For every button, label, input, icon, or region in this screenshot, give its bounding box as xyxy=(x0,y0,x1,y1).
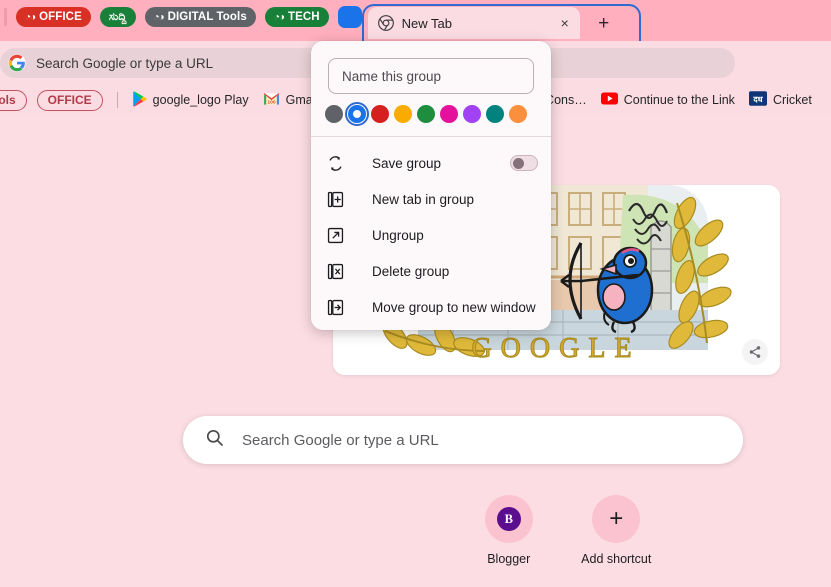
tab-group-chip-tech[interactable]: ◔◑ TECH xyxy=(264,7,329,27)
tab-strip: ◔◑ OFFICE ಸುದ್ದಿ ◔◑ DIGITAL Tools ◔◑ TEC… xyxy=(0,0,831,41)
move-group-icon xyxy=(325,299,345,316)
tab-group-chip-list: ◔◑ OFFICE ಸುದ್ದಿ ◔◑ DIGITAL Tools ◔◑ TEC… xyxy=(0,0,362,41)
youtube-icon xyxy=(600,92,618,108)
shortcut-blogger[interactable]: B Blogger xyxy=(455,495,563,566)
menu-item-save-group[interactable]: Save group xyxy=(311,145,551,181)
color-swatch-cyan[interactable] xyxy=(486,105,504,123)
address-bar-placeholder: Search Google or type a URL xyxy=(36,55,214,71)
bookmarks-divider xyxy=(116,92,118,108)
delete-group-icon xyxy=(325,263,345,280)
tab-group-icon: ◔◑ xyxy=(273,11,285,23)
bookmark-google-play[interactable]: google_logo Play xyxy=(125,88,256,112)
menu-item-new-tab-in-group[interactable]: New tab in group xyxy=(311,181,551,217)
ungroup-icon xyxy=(325,227,345,244)
bookmark-cricket[interactable]: दध Cricket xyxy=(742,88,819,112)
shortcut-label: Blogger xyxy=(487,552,531,566)
bookmark-label: Continue to the Link xyxy=(623,93,735,107)
shortcut-icon-wrap: + xyxy=(592,495,641,543)
group-name-placeholder: Name this group xyxy=(342,68,442,84)
menu-item-ungroup[interactable]: Ungroup xyxy=(311,217,551,253)
tab-group-chip-label: ಸುದ್ದಿ xyxy=(108,10,127,23)
shortcut-icon-wrap: B xyxy=(484,495,533,543)
shortcut-tiles: B Blogger + Add shortcut xyxy=(455,495,670,566)
active-tab-group: New Tab × xyxy=(361,0,641,41)
tab-group-chip-digital-tools[interactable]: ◔◑ DIGITAL Tools xyxy=(144,7,256,27)
gmail-icon: 100 xyxy=(263,92,280,109)
color-swatch-grey[interactable] xyxy=(325,105,343,123)
color-swatch-red[interactable] xyxy=(371,105,389,123)
toggle-knob xyxy=(513,157,524,169)
tab-group-icon: ◔◑ xyxy=(153,11,165,23)
save-group-icon xyxy=(325,155,345,172)
group-name-input[interactable]: Name this group xyxy=(328,58,534,94)
bubble-separator xyxy=(311,136,551,137)
menu-item-delete-group[interactable]: Delete group xyxy=(311,253,551,289)
save-group-toggle[interactable] xyxy=(510,155,538,171)
group-color-swatches xyxy=(311,94,551,136)
bookmark-label: google_logo Play xyxy=(152,93,249,107)
bookmark-office[interactable]: OFFICE xyxy=(27,88,110,112)
color-swatch-purple[interactable] xyxy=(463,105,481,123)
tab-new-tab[interactable]: New Tab × xyxy=(367,7,580,39)
tab-group-editor-bubble: Name this group Save group New tab in gr… xyxy=(311,41,551,330)
menu-item-move-group-to-new-window[interactable]: Move group to new window xyxy=(311,289,551,325)
color-swatch-yellow[interactable] xyxy=(394,105,412,123)
ntp-search-placeholder: Search Google or type a URL xyxy=(242,431,439,449)
blogger-icon: B xyxy=(496,507,521,531)
bookmark-label: OFFICE xyxy=(36,89,103,111)
menu-item-label: Delete group xyxy=(372,263,450,279)
color-swatch-blue[interactable] xyxy=(345,102,369,126)
new-tab-in-group-icon xyxy=(325,191,345,208)
doodle-wordmark: GOOGLE xyxy=(471,333,640,364)
ntp-search-box[interactable]: Search Google or type a URL xyxy=(183,416,743,464)
menu-item-label: New tab in group xyxy=(372,191,475,207)
google-play-icon xyxy=(132,90,147,110)
dainik-bhaskar-icon: दध xyxy=(748,91,767,109)
bookmark-label: ools xyxy=(0,93,16,107)
tab-group-chip-sudhi[interactable]: ಸುದ್ದಿ xyxy=(99,7,136,27)
new-tab-button[interactable]: + xyxy=(592,11,616,35)
close-icon[interactable]: × xyxy=(556,14,574,32)
google-g-icon xyxy=(8,54,26,72)
plus-icon: + xyxy=(609,505,624,532)
menu-item-label: Move group to new window xyxy=(372,299,536,315)
tab-group-chip-label: TECH xyxy=(287,11,320,23)
tab-title: New Tab xyxy=(401,15,453,31)
shortcut-label: Add shortcut xyxy=(581,552,652,566)
tab-group-chip-office[interactable]: ◔◑ OFFICE xyxy=(16,7,91,27)
share-icon[interactable] xyxy=(742,339,768,365)
menu-item-label: Ungroup xyxy=(372,227,424,243)
tab-group-chip-label: DIGITAL Tools xyxy=(167,11,247,23)
tab-group-chip-label: OFFICE xyxy=(39,11,82,23)
bookmark-label: Cricket xyxy=(772,93,812,107)
tab-group-icon: ◔◑ xyxy=(25,11,36,23)
menu-item-label: Save group xyxy=(372,155,442,171)
color-swatch-green[interactable] xyxy=(417,105,435,123)
svg-text:100: 100 xyxy=(267,99,275,105)
bookmark-continue-to-the-link[interactable]: Continue to the Link xyxy=(594,88,742,112)
bookmark-tools-pill[interactable]: ools xyxy=(0,89,27,111)
color-swatch-orange[interactable] xyxy=(509,105,527,123)
chrome-logo-icon xyxy=(377,15,394,31)
tab-group-chip-unnamed[interactable] xyxy=(337,6,362,28)
selected-ring xyxy=(345,102,369,126)
tabstrip-left-edge xyxy=(4,8,7,26)
svg-text:दध: दध xyxy=(752,95,763,104)
shortcut-add[interactable]: + Add shortcut xyxy=(563,495,671,566)
color-swatch-pink[interactable] xyxy=(440,105,458,123)
search-icon xyxy=(205,428,224,452)
